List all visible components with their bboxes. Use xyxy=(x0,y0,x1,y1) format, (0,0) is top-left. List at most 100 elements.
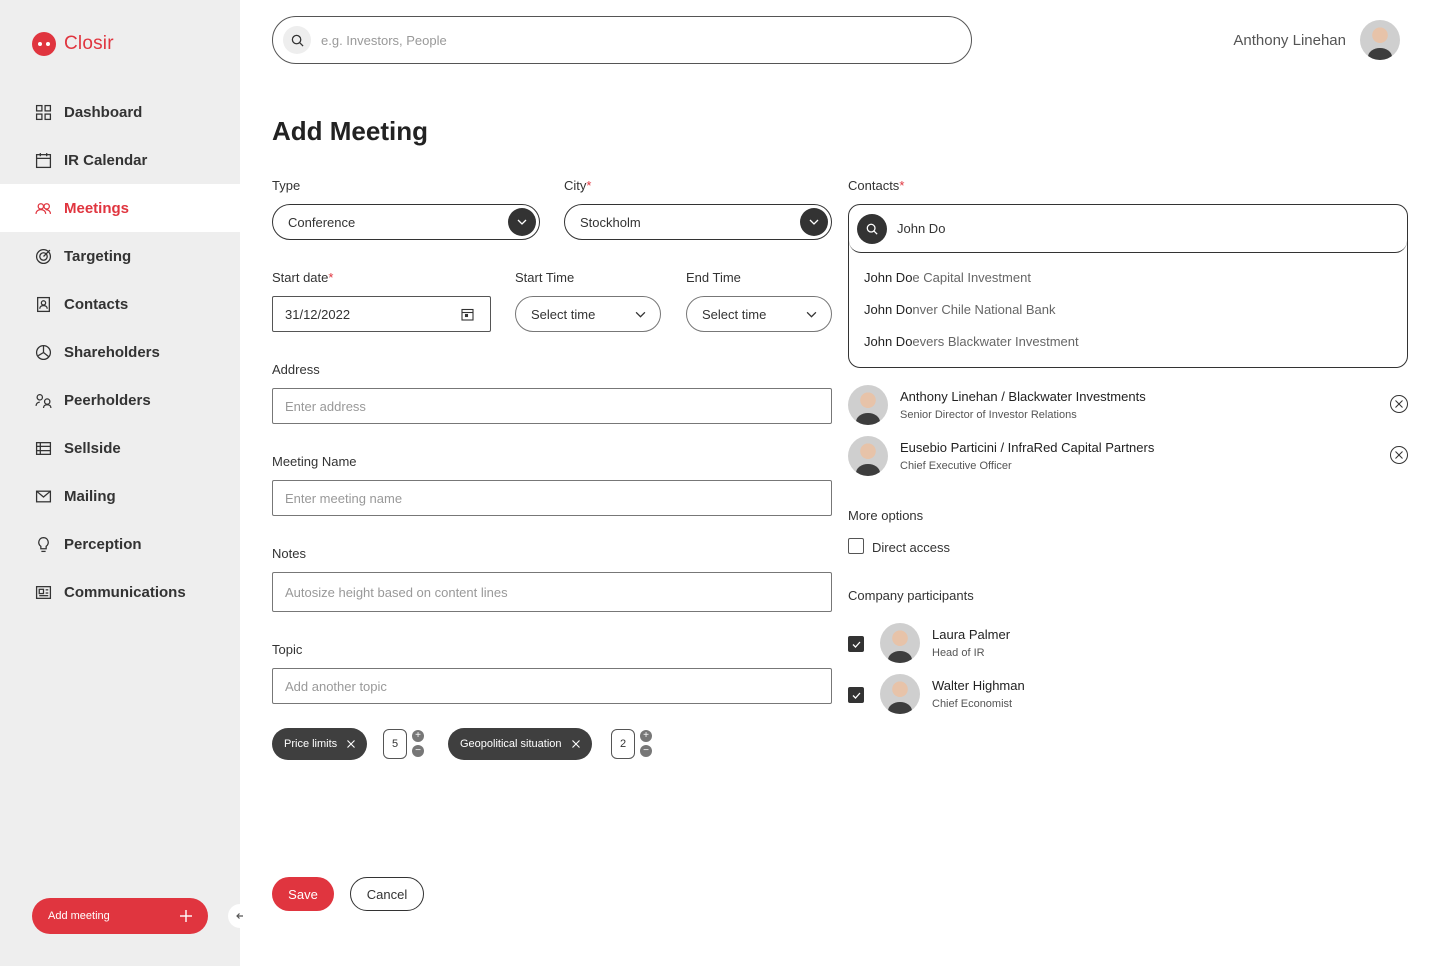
sidebar-item-label: IR Calendar xyxy=(64,151,148,169)
contact-suggestion[interactable]: John Doe Capital Investment xyxy=(864,270,1031,285)
sidebar-item-label: Dashboard xyxy=(64,103,143,121)
sidebar-item-perception[interactable]: Perception xyxy=(0,520,240,568)
contacts-label-text: Contacts xyxy=(848,178,900,193)
close-icon[interactable] xyxy=(571,740,580,748)
start-date-label-text: Start date xyxy=(272,270,329,285)
remove-contact-icon[interactable] xyxy=(1390,395,1408,413)
chevron-down-icon xyxy=(806,311,817,318)
direct-access-checkbox[interactable] xyxy=(848,538,864,554)
sidebar-item-ir-calendar[interactable]: IR Calendar xyxy=(0,136,240,184)
meeting-name-placeholder: Enter meeting name xyxy=(285,490,403,506)
topic-label: Topic xyxy=(272,642,303,657)
end-time-value: Select time xyxy=(702,306,767,322)
pie-chart-icon xyxy=(35,344,52,360)
sidebar-item-shareholders[interactable]: Shareholders xyxy=(0,328,240,376)
user-avatar[interactable] xyxy=(1360,20,1400,60)
global-search[interactable] xyxy=(272,16,972,64)
topic-chip[interactable]: Price limits xyxy=(272,728,368,760)
contacts-query: John Do xyxy=(897,221,946,236)
increment-icon[interactable]: + xyxy=(412,730,424,742)
suggestion-match: John Do xyxy=(864,302,913,317)
table-icon xyxy=(35,441,52,455)
contacts-search-input[interactable]: John Do xyxy=(849,205,1407,253)
add-meeting-button[interactable]: Add meeting xyxy=(32,898,208,934)
suggestion-match: John Do xyxy=(864,334,913,349)
sidebar-item-meetings[interactable]: Meetings xyxy=(0,184,240,232)
remove-contact-icon[interactable] xyxy=(1390,446,1408,464)
peers-icon xyxy=(35,393,52,408)
check-icon xyxy=(852,692,860,699)
city-value: Stockholm xyxy=(580,214,641,230)
user-menu[interactable]: Anthony Linehan xyxy=(1233,20,1400,60)
avatar xyxy=(880,623,920,663)
chevron-down-icon xyxy=(508,208,536,236)
calendar-icon xyxy=(35,152,52,168)
calendar-icon[interactable] xyxy=(461,308,474,321)
sidebar-item-label: Peerholders xyxy=(64,391,151,409)
grid-icon xyxy=(35,104,52,120)
start-time-select[interactable]: Select time xyxy=(515,296,661,332)
sidebar-item-label: Communications xyxy=(64,583,186,601)
sidebar-item-contacts[interactable]: Contacts xyxy=(0,280,240,328)
end-time-select[interactable]: Select time xyxy=(686,296,832,332)
sidebar-item-targeting[interactable]: Targeting xyxy=(0,232,240,280)
collapse-sidebar-button[interactable] xyxy=(228,904,252,928)
decrement-icon[interactable]: − xyxy=(640,745,652,757)
sidebar-item-dashboard[interactable]: Dashboard xyxy=(0,88,240,136)
suggestion-match: John Do xyxy=(864,270,913,285)
sidebar-item-label: Meetings xyxy=(64,199,130,217)
app-logo[interactable]: Closir xyxy=(32,32,114,56)
avatar xyxy=(848,436,888,476)
participant-name: Laura Palmer xyxy=(932,627,1011,642)
participant: Walter Highman Chief Economist xyxy=(880,674,1180,714)
suggestion-rest: evers Blackwater Investment xyxy=(912,334,1079,349)
type-select[interactable]: Conference xyxy=(272,204,540,240)
contact-suggestion[interactable]: John Donver Chile National Bank xyxy=(864,302,1056,317)
contact-name: Anthony Linehan / Blackwater Investments xyxy=(900,389,1146,404)
start-time-label: Start Time xyxy=(515,270,575,285)
search-input[interactable] xyxy=(321,32,921,48)
decrement-icon[interactable]: − xyxy=(412,745,424,757)
sidebar-item-sellside[interactable]: Sellside xyxy=(0,424,240,472)
type-value: Conference xyxy=(288,214,356,230)
closir-logo-icon xyxy=(32,32,56,56)
start-date-value: 31/12/2022 xyxy=(285,306,351,322)
user-name: Anthony Linehan xyxy=(1233,31,1346,49)
mail-icon xyxy=(35,490,52,502)
address-input[interactable]: Enter address xyxy=(272,388,832,424)
city-select[interactable]: Stockholm xyxy=(564,204,832,240)
contact-role: Senior Director of Investor Relations xyxy=(900,409,1077,421)
topic-chip[interactable]: Geopolitical situation xyxy=(448,728,592,760)
participant-name: Walter Highman xyxy=(932,678,1025,693)
sidebar-item-label: Sellside xyxy=(64,439,121,457)
notes-textarea[interactable]: Autosize height based on content lines xyxy=(272,572,832,612)
sidebar: Closir Dashboard IR Calendar Meetings Ta… xyxy=(0,0,240,966)
avatar xyxy=(848,385,888,425)
search-icon xyxy=(857,213,887,244)
participant-checkbox[interactable] xyxy=(848,636,864,652)
sidebar-item-peerholders[interactable]: Peerholders xyxy=(0,376,240,424)
meeting-name-input[interactable]: Enter meeting name xyxy=(272,480,832,516)
company-participants-label: Company participants xyxy=(848,588,974,603)
notes-placeholder: Autosize height based on content lines xyxy=(285,584,508,600)
sidebar-item-communications[interactable]: Communications xyxy=(0,568,240,616)
sidebar-nav: Dashboard IR Calendar Meetings Targeting… xyxy=(0,88,240,616)
direct-access-label[interactable]: Direct access xyxy=(872,540,950,555)
target-icon xyxy=(35,248,52,264)
participant-checkbox[interactable] xyxy=(848,687,864,703)
topic-input[interactable]: Add another topic xyxy=(272,668,832,704)
news-icon xyxy=(35,585,52,599)
contact-suggestion[interactable]: John Doevers Blackwater Investment xyxy=(864,334,1079,349)
topic-chip-label: Geopolitical situation xyxy=(460,738,562,750)
contact-card-icon xyxy=(37,296,50,312)
topic-placeholder: Add another topic xyxy=(285,678,387,694)
save-button[interactable]: Save xyxy=(272,877,334,911)
more-options-label: More options xyxy=(848,508,924,523)
meeting-name-label: Meeting Name xyxy=(272,454,357,469)
increment-icon[interactable]: + xyxy=(640,730,652,742)
sidebar-item-mailing[interactable]: Mailing xyxy=(0,472,240,520)
cancel-button[interactable]: Cancel xyxy=(350,877,424,911)
sidebar-item-label: Contacts xyxy=(64,295,129,313)
close-icon[interactable] xyxy=(347,740,356,748)
start-date-field[interactable]: 31/12/2022 xyxy=(272,296,491,332)
